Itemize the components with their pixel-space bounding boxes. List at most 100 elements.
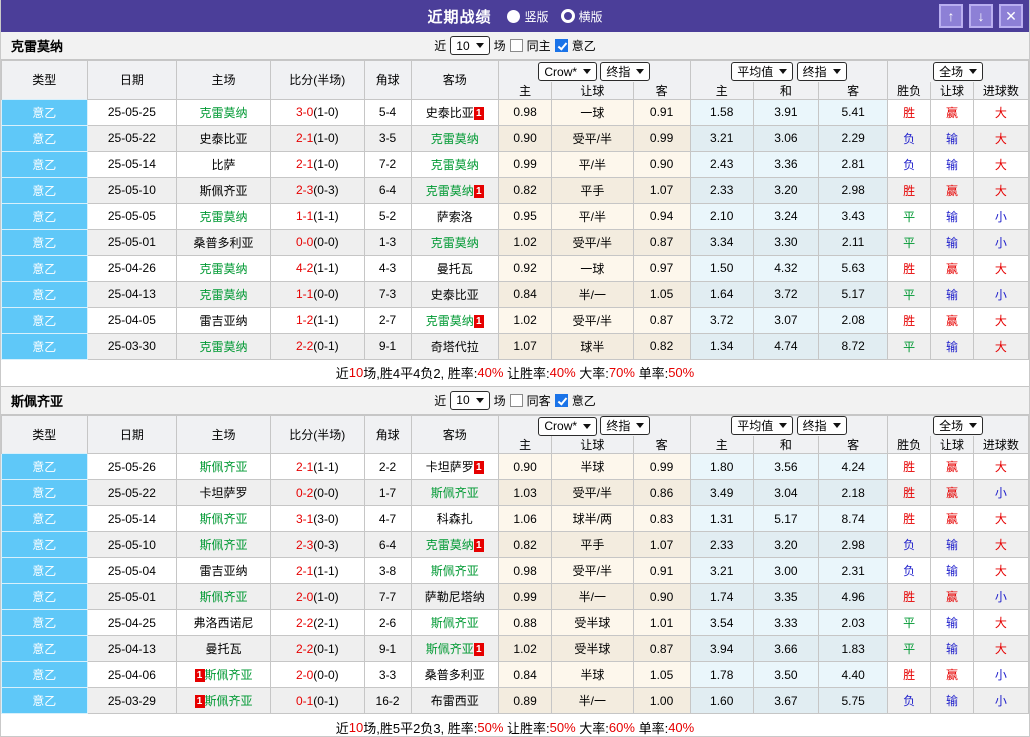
match-count-select[interactable]: 10: [450, 391, 489, 410]
score-cell: 1-1(0-0): [270, 281, 364, 307]
score-cell: 2-1(1-0): [270, 151, 364, 177]
odds-time-select[interactable]: 终指: [600, 62, 650, 81]
avg-time-select[interactable]: 终指: [797, 416, 847, 435]
away-team-cell: 史泰比亚: [411, 281, 499, 307]
up-arrow-icon: ↑: [948, 8, 955, 24]
match-row: 意乙25-05-01斯佩齐亚2-0(1-0)7-7萨勒尼塔纳0.99半/一0.9…: [2, 584, 1029, 610]
avg-draw-cell: 3.35: [753, 584, 818, 610]
date-cell: 25-04-13: [87, 281, 177, 307]
away-team-cell: 克雷莫纳1: [411, 307, 499, 333]
bookmaker-select[interactable]: Crow*: [538, 62, 597, 81]
chevron-down-icon: [636, 69, 644, 74]
results-tbody: 意乙25-05-25克雷莫纳3-0(1-0)5-4史泰比亚10.98一球0.91…: [2, 99, 1029, 359]
avg-away-cell: 2.81: [818, 151, 887, 177]
vertical-layout-radio-icon[interactable]: [507, 10, 520, 23]
avg-time-select[interactable]: 终指: [797, 62, 847, 81]
same-venue-checkbox[interactable]: [510, 394, 523, 407]
league-filter-checkbox[interactable]: [555, 394, 568, 407]
goals-result-cell: 大: [973, 636, 1028, 662]
vertical-layout-label[interactable]: 竖版: [524, 8, 548, 25]
away-odds-cell: 1.07: [633, 177, 690, 203]
avg-home-cell: 3.94: [690, 636, 753, 662]
red-card-badge: 1: [474, 315, 484, 328]
winlose-result-cell: 胜: [888, 99, 931, 125]
handicap-cell: 受平/半: [552, 125, 634, 151]
away-team-cell: 奇塔代拉: [411, 333, 499, 359]
close-button[interactable]: ✕: [999, 4, 1023, 28]
away-odds-cell: 0.99: [633, 454, 690, 480]
summary-stat-label: 大率:: [576, 718, 609, 737]
match-count-select[interactable]: 10: [450, 36, 489, 55]
away-odds-cell: 1.05: [633, 662, 690, 688]
summary-stat-label: 让胜率:: [503, 718, 549, 737]
close-icon: ✕: [1005, 8, 1017, 25]
goals-result-cell: 大: [973, 454, 1028, 480]
fulltime-score: 3-1: [296, 512, 313, 526]
horizontal-layout-radio-icon[interactable]: [561, 9, 575, 23]
away-odds-cell: 0.86: [633, 480, 690, 506]
score-cell: 2-2(0-1): [270, 333, 364, 359]
average-select-value: 平均值: [737, 417, 773, 434]
home-odds-cell: 1.07: [499, 333, 552, 359]
home-team-cell: 斯佩齐亚: [177, 584, 271, 610]
team-name-text: 斯佩齐亚: [431, 616, 479, 630]
handicap-result-cell: 输: [931, 610, 974, 636]
league-filter-checkbox[interactable]: [555, 39, 568, 52]
league-cell: 意乙: [2, 532, 88, 558]
team-name-text: 斯佩齐亚: [431, 486, 479, 500]
summary-stat-value: 50%: [668, 365, 694, 380]
bookmaker-select[interactable]: Crow*: [538, 417, 597, 436]
team-name-text: 斯佩齐亚: [200, 460, 248, 474]
match-row: 意乙25-03-30克雷莫纳2-2(0-1)9-1奇塔代拉1.07球半0.821…: [2, 333, 1029, 359]
date-cell: 25-05-05: [87, 203, 177, 229]
same-venue-checkbox[interactable]: [510, 39, 523, 52]
team-name-text: 雷吉亚纳: [200, 314, 248, 328]
home-odds-cell: 0.99: [499, 584, 552, 610]
avg-draw-cell: 5.17: [753, 506, 818, 532]
home-team-cell: 曼托瓦: [177, 636, 271, 662]
period-select[interactable]: 全场: [933, 62, 983, 81]
horizontal-layout-label[interactable]: 横版: [579, 8, 603, 25]
handicap-result-cell: 赢: [931, 584, 974, 610]
avg-away-cell: 8.72: [818, 333, 887, 359]
goals-result-cell: 大: [973, 532, 1028, 558]
winlose-result-cell: 胜: [888, 307, 931, 333]
team-name-text: 斯佩齐亚: [200, 512, 248, 526]
halftime-score: (1-0): [313, 157, 338, 171]
avg-away-cell: 4.40: [818, 662, 887, 688]
away-odds-cell: 1.05: [633, 281, 690, 307]
team-name-text: 桑普多利亚: [425, 668, 485, 682]
summary-stat-value: 10: [349, 720, 363, 735]
move-down-button[interactable]: ↓: [969, 4, 993, 28]
handicap-cell: 一球: [552, 99, 634, 125]
period-select[interactable]: 全场: [933, 416, 983, 435]
away-team-cell: 萨勒尼塔纳: [411, 584, 499, 610]
result-group-header: 全场: [888, 415, 1029, 436]
odds-time-select[interactable]: 终指: [600, 416, 650, 435]
score-cell: 1-2(1-1): [270, 307, 364, 333]
winlose-result-cell: 胜: [888, 506, 931, 532]
avg-home-cell: 1.60: [690, 688, 753, 714]
away-team-cell: 克雷莫纳: [411, 151, 499, 177]
move-up-button[interactable]: ↑: [939, 4, 963, 28]
handicap-cell: 半球: [552, 662, 634, 688]
home-odds-cell: 0.88: [499, 610, 552, 636]
home-odds-cell: 0.95: [499, 203, 552, 229]
average-select[interactable]: 平均值: [731, 416, 793, 435]
goals-result-cell: 大: [973, 99, 1028, 125]
team-name-text: 史泰比亚: [426, 106, 474, 120]
section-summary: 近10场,胜4平4负2, 胜率:40% 让胜率:40% 大率:70% 单率:50…: [1, 360, 1029, 387]
avg-draw-cell: 3.50: [753, 662, 818, 688]
average-select[interactable]: 平均值: [731, 62, 793, 81]
handicap-result-cell: 赢: [931, 480, 974, 506]
handicap-cell: 球半/两: [552, 506, 634, 532]
chevron-down-icon: [583, 69, 591, 74]
corner-cell: 6-4: [364, 177, 411, 203]
avg-group-header: 平均值 终指: [690, 415, 888, 436]
summary-stat-label: 场,胜5平2负3, 胜率:: [363, 718, 477, 737]
bookmaker-select-value: Crow*: [544, 65, 577, 79]
winlose-result-cell: 胜: [888, 177, 931, 203]
col-header-avg-draw: 和: [753, 436, 818, 454]
avg-home-cell: 3.21: [690, 125, 753, 151]
away-odds-cell: 0.99: [633, 125, 690, 151]
